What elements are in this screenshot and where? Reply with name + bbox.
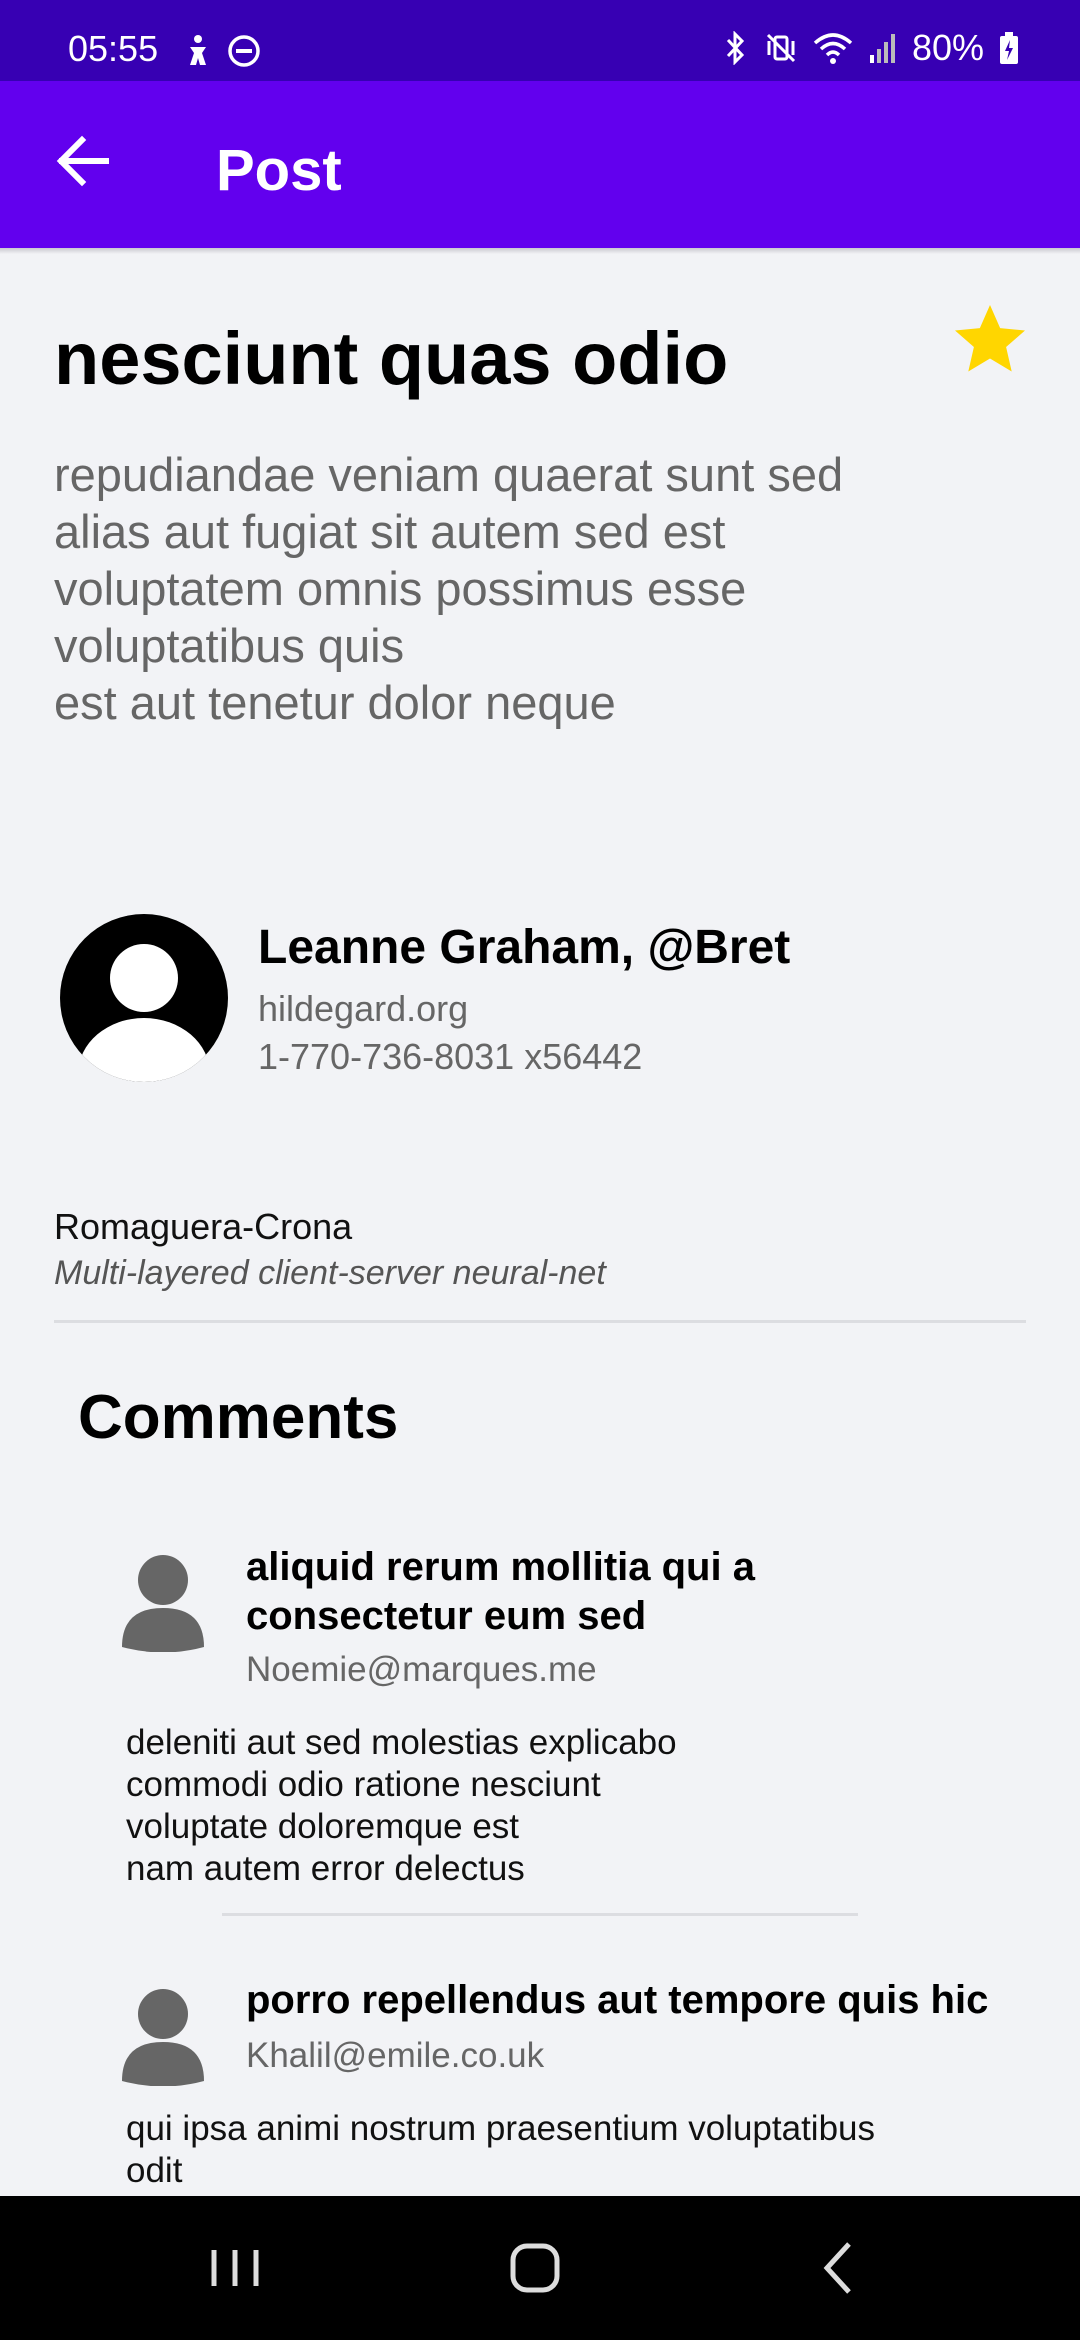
company-name: Romaguera-Crona (54, 1206, 353, 1247)
post-title: nesciunt quas odio (54, 317, 729, 400)
comment-title: porro repellendus aut tempore quis hic (246, 1978, 989, 2022)
comment-person-icon (122, 1555, 204, 1652)
status-bar: 05:55 80% (0, 0, 1080, 81)
back-icon[interactable] (795, 2232, 885, 2304)
comment-divider (222, 1913, 858, 1916)
divider (54, 1320, 1026, 1323)
comment-email: Noemie@marques.me (246, 1650, 597, 1689)
home-icon[interactable] (490, 2232, 580, 2304)
author-avatar (60, 914, 228, 1082)
person-icon (78, 944, 210, 1082)
star-icon[interactable] (948, 298, 1032, 382)
page-title: Post (216, 138, 342, 203)
comment-body: qui ipsa animi nostrum praesentium volup… (126, 2109, 875, 2190)
app-bar: Post (0, 81, 1080, 248)
author-website[interactable]: hildegard.org (258, 988, 468, 1030)
signal-icon (869, 34, 895, 63)
status-time: 05:55 (68, 28, 159, 69)
status-right: 80% (720, 27, 1020, 68)
recent-apps-icon[interactable] (190, 2232, 280, 2304)
author-phone[interactable]: 1-770-736-8031 x56442 (258, 1036, 642, 1078)
comment-body: deleniti aut sed molestias explicabo com… (126, 1723, 677, 1888)
accessibility-icon (190, 35, 206, 65)
accessibility-dnd-icons (190, 35, 260, 67)
app-bar-shadow (0, 248, 1080, 254)
bluetooth-icon (726, 31, 745, 65)
system-nav-bar (0, 2196, 1080, 2340)
wifi-icon (813, 33, 853, 64)
do-not-disturb-icon (228, 35, 260, 67)
author-name: Leanne Graham, @Bret (258, 921, 791, 974)
company-catch-phrase: Multi-layered client-server neural-net (54, 1254, 606, 1292)
comment-email: Khalil@emile.co.uk (246, 2036, 545, 2075)
vibrate-mute-icon (766, 33, 795, 63)
arrow-left-icon[interactable] (40, 116, 130, 206)
comment-person-icon (122, 1989, 204, 2086)
battery-percent: 80% (911, 27, 984, 68)
battery-charging-icon (1000, 32, 1018, 64)
comment-title: aliquid rerum mollitia qui a consectetur… (246, 1545, 755, 1638)
comments-heading: Comments (78, 1383, 399, 1452)
post-body: repudiandae veniam quaerat sunt sed alia… (54, 448, 844, 729)
